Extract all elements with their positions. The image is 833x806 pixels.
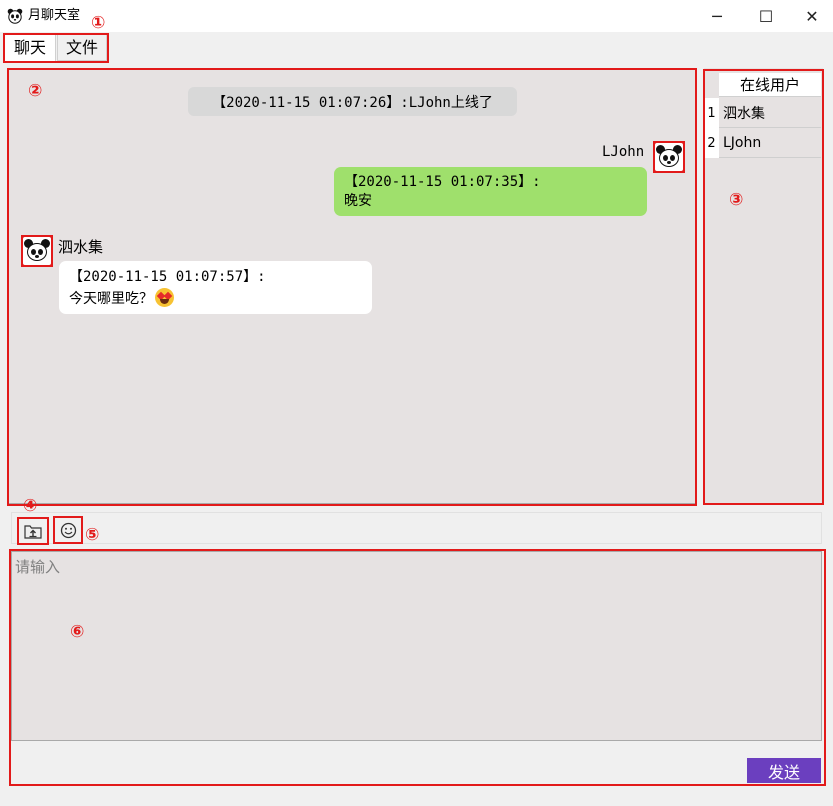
annotation-box bbox=[9, 549, 826, 786]
annotation-number: ③ bbox=[729, 190, 744, 210]
annotation-box bbox=[3, 33, 109, 63]
minimize-button[interactable]: ─ bbox=[694, 0, 740, 32]
maximize-button[interactable]: ☐ bbox=[743, 0, 789, 32]
close-button[interactable]: ✕ bbox=[789, 0, 833, 32]
annotation-box bbox=[703, 69, 824, 505]
annotation-box bbox=[17, 517, 49, 545]
window-title: 月聊天室 bbox=[28, 8, 81, 23]
annotation-box bbox=[53, 516, 83, 544]
input-toolbar bbox=[11, 512, 822, 544]
annotation-number: ④ bbox=[23, 496, 38, 516]
annotation-number: ② bbox=[28, 81, 43, 101]
annotation-number: ① bbox=[91, 13, 106, 33]
annotation-box bbox=[7, 68, 697, 506]
annotation-number: ⑥ bbox=[70, 622, 85, 642]
annotation-number: ⑤ bbox=[85, 525, 100, 545]
panda-icon bbox=[7, 8, 23, 24]
